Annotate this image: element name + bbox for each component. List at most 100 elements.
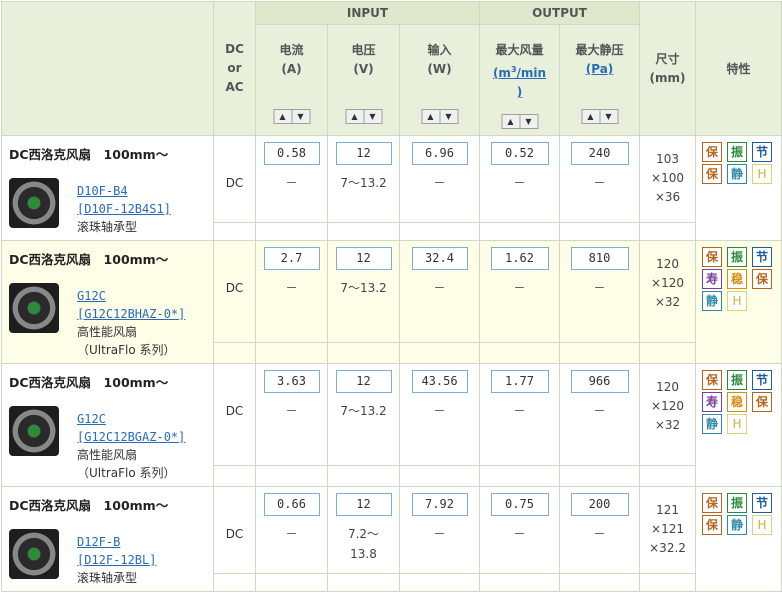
- header-output: OUTPUT: [478, 1, 641, 25]
- voltage-value: 12: [335, 370, 392, 393]
- feature-badge-icon[interactable]: 静: [702, 414, 723, 434]
- voltage-range: 7～13.2: [340, 404, 387, 418]
- pressure-cell: 966 －: [558, 362, 641, 467]
- airflow-value: 1.77: [490, 370, 549, 393]
- feature-badge-icon[interactable]: H: [752, 515, 773, 535]
- product-title: DC西洛克风扇 100mm～: [9, 147, 169, 162]
- fan-image[interactable]: [9, 178, 59, 228]
- feature-badges: 保振节寿稳保静H: [702, 370, 781, 434]
- model-link[interactable]: G12C: [77, 410, 185, 428]
- part-number-link[interactable]: [D10F-12B4S1]: [77, 200, 171, 218]
- sort-asc-icon[interactable]: ▲: [582, 110, 599, 123]
- power-value: 6.96: [411, 142, 468, 165]
- feature-badge-icon[interactable]: 保: [752, 269, 773, 289]
- sort-asc-icon[interactable]: ▲: [422, 110, 439, 123]
- sort-control-voltage[interactable]: ▲ ▼: [345, 109, 382, 124]
- dc-ac-value: DC: [213, 134, 256, 224]
- fan-image[interactable]: [9, 406, 59, 456]
- feature-badge-icon[interactable]: 节: [752, 247, 773, 267]
- part-number-link[interactable]: [G12C12BGAZ-0*]: [77, 428, 185, 446]
- voltage-value: 12: [335, 247, 392, 270]
- features-cell: 保振节寿稳保静H: [695, 363, 782, 487]
- feature-badge-icon[interactable]: 保: [702, 164, 723, 184]
- spec-table: DC or AC INPUT OUTPUT 尺寸 (mm) 特性 电流 (A) …: [1, 1, 782, 592]
- header-input: INPUT: [255, 1, 480, 25]
- feature-badge-icon[interactable]: 节: [752, 493, 773, 513]
- header-airflow: 最大风量 (m3/min ) ▲ ▼: [479, 24, 560, 136]
- features-cell: 保振节保静H: [695, 486, 782, 592]
- sort-desc-icon[interactable]: ▼: [439, 110, 457, 123]
- voltage-range: 7.2～ 13.8: [347, 527, 380, 561]
- feature-badge-icon[interactable]: 保: [702, 142, 723, 162]
- part-number-link[interactable]: [D12F-12BL]: [77, 551, 156, 569]
- power-value: 43.56: [411, 370, 468, 393]
- model-link[interactable]: D12F-B: [77, 533, 156, 551]
- pressure-unit-link[interactable]: (Pa): [586, 62, 614, 76]
- airflow-range: －: [513, 281, 526, 295]
- feature-badge-icon[interactable]: 保: [702, 493, 723, 513]
- feature-badge-icon[interactable]: H: [727, 291, 748, 311]
- product-cell: DC西洛克风扇 100mm～ G12C [G12C12BHAZ-0*] 高性能风…: [1, 240, 214, 364]
- model-link[interactable]: G12C: [77, 287, 185, 305]
- model-link[interactable]: D10F-B4: [77, 182, 171, 200]
- pressure-value: 240: [570, 142, 629, 165]
- sort-asc-icon[interactable]: ▲: [346, 110, 363, 123]
- sort-asc-icon[interactable]: ▲: [502, 115, 519, 128]
- dc-ac-value: DC: [213, 362, 256, 467]
- current-cell: 0.66 －: [255, 485, 328, 575]
- airflow-value: 0.75: [490, 493, 549, 516]
- part-number-link[interactable]: [G12C12BHAZ-0*]: [77, 305, 185, 323]
- feature-badge-icon[interactable]: 稳: [727, 269, 748, 289]
- feature-badge-icon[interactable]: 静: [702, 291, 723, 311]
- airflow-value: 0.52: [490, 142, 549, 165]
- feature-badge-icon[interactable]: 保: [702, 370, 723, 390]
- voltage-value: 12: [335, 142, 392, 165]
- feature-badge-icon[interactable]: 振: [727, 247, 748, 267]
- feature-badge-icon[interactable]: 静: [727, 164, 748, 184]
- sort-desc-icon[interactable]: ▼: [599, 110, 617, 123]
- feature-badge-icon[interactable]: 保: [702, 515, 723, 535]
- sort-desc-icon[interactable]: ▼: [291, 110, 309, 123]
- sort-asc-icon[interactable]: ▲: [274, 110, 291, 123]
- power-range: －: [433, 404, 446, 418]
- power-range: －: [433, 527, 446, 541]
- feature-badge-icon[interactable]: 保: [752, 392, 773, 412]
- voltage-value: 12: [335, 493, 392, 516]
- power-value: 32.4: [411, 247, 468, 270]
- sort-control-pressure[interactable]: ▲ ▼: [581, 109, 618, 124]
- feature-badge-icon[interactable]: 稳: [727, 392, 748, 412]
- feature-badge-icon[interactable]: 节: [752, 370, 773, 390]
- current-value: 2.7: [263, 247, 320, 270]
- product-desc: 滚珠轴承型: [77, 571, 138, 585]
- feature-badge-icon[interactable]: 静: [727, 515, 748, 535]
- current-cell: 3.63 －: [255, 362, 328, 467]
- feature-badge-icon[interactable]: 寿: [702, 269, 723, 289]
- product-title: DC西洛克风扇 100mm～: [9, 252, 169, 267]
- airflow-unit-link[interactable]: (m3/min ): [493, 65, 546, 99]
- sort-desc-icon[interactable]: ▼: [519, 115, 537, 128]
- sort-desc-icon[interactable]: ▼: [363, 110, 381, 123]
- feature-badge-icon[interactable]: H: [752, 164, 773, 184]
- feature-badge-icon[interactable]: H: [727, 414, 748, 434]
- sort-control-current[interactable]: ▲ ▼: [273, 109, 310, 124]
- power-range: －: [433, 176, 446, 190]
- feature-badge-icon[interactable]: 振: [727, 493, 748, 513]
- feature-badge-icon[interactable]: 振: [727, 142, 748, 162]
- fan-image[interactable]: [9, 283, 59, 333]
- header-static-pressure: 最大静压 (Pa) ▲ ▼: [558, 24, 641, 136]
- feature-badge-icon[interactable]: 保: [702, 247, 723, 267]
- sort-control-power[interactable]: ▲ ▼: [421, 109, 458, 124]
- product-desc: 高性能风扇: [77, 448, 138, 462]
- pressure-value: 200: [570, 493, 629, 516]
- power-value: 7.92: [411, 493, 468, 516]
- header-features: 特性: [695, 1, 782, 136]
- product-desc: 滚珠轴承型: [77, 220, 138, 234]
- feature-badges: 保振节保静H: [702, 142, 781, 184]
- sort-control-airflow[interactable]: ▲ ▼: [501, 114, 538, 129]
- current-range: －: [285, 527, 298, 541]
- fan-image[interactable]: [9, 529, 59, 579]
- feature-badge-icon[interactable]: 节: [752, 142, 773, 162]
- feature-badges: 保振节寿稳保静H: [702, 247, 781, 311]
- feature-badge-icon[interactable]: 寿: [702, 392, 723, 412]
- feature-badge-icon[interactable]: 振: [727, 370, 748, 390]
